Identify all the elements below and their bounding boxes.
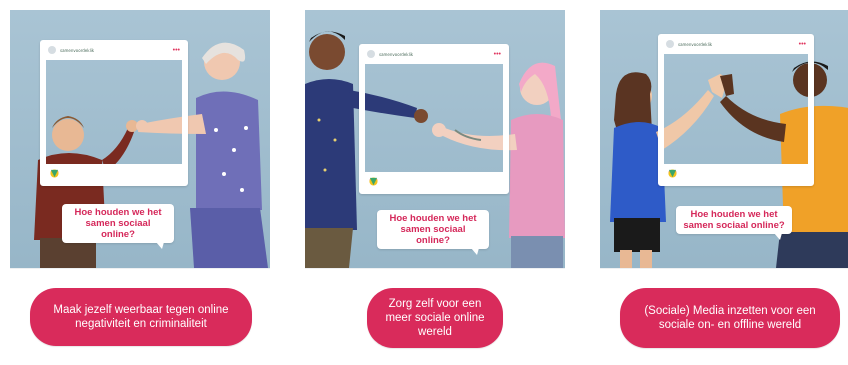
send-icon <box>668 169 677 178</box>
more-icon: ••• <box>798 40 806 48</box>
social-post-frame: samenvoordeklik ••• <box>40 40 188 186</box>
social-post-frame: samenvoordeklik ••• <box>658 34 814 186</box>
more-icon: ••• <box>172 46 180 54</box>
speech-bubble: Hoe houden we het samen sociaal online? <box>676 206 792 240</box>
frame-username: samenvoordeklik <box>379 51 414 57</box>
frame-header: samenvoordeklik ••• <box>666 37 806 51</box>
more-icon: ••• <box>493 50 501 58</box>
avatar <box>48 46 56 54</box>
frame-username: samenvoordeklik <box>60 47 95 53</box>
frame-header: samenvoordeklik ••• <box>367 47 501 61</box>
campaign-card-1[interactable]: samenvoordeklik ••• Hoe houden we het sa… <box>10 10 270 365</box>
frame-header: samenvoordeklik ••• <box>48 43 180 57</box>
divider <box>305 268 565 269</box>
frame-username: samenvoordeklik <box>678 41 713 47</box>
avatar <box>367 50 375 58</box>
divider <box>600 268 848 269</box>
speech-bubble: Hoe houden we het samen sociaal online? <box>62 204 174 249</box>
divider <box>10 268 270 269</box>
send-icon <box>50 169 59 178</box>
send-icon <box>369 177 378 186</box>
cta-button-media-inzetten[interactable]: (Sociale) Media inzetten voor een social… <box>620 288 840 348</box>
social-post-frame: samenvoordeklik ••• <box>359 44 509 194</box>
campaign-photo-3: samenvoordeklik ••• Hoe houden we het sa… <box>600 10 848 268</box>
avatar <box>666 40 674 48</box>
campaign-card-3[interactable]: samenvoordeklik ••• Hoe houden we het sa… <box>600 10 848 365</box>
speech-bubble: Hoe houden we het samen sociaal online? <box>377 210 489 255</box>
campaign-photo-1: samenvoordeklik ••• Hoe houden we het sa… <box>10 10 270 268</box>
campaign-card-2[interactable]: samenvoordeklik ••• Hoe houden we het sa… <box>305 10 565 365</box>
campaign-photo-2: samenvoordeklik ••• Hoe houden we het sa… <box>305 10 565 268</box>
cta-button-sociale-wereld[interactable]: Zorg zelf voor een meer sociale online w… <box>367 288 503 348</box>
cta-button-weerbaar[interactable]: Maak jezelf weerbaar tegen online negati… <box>30 288 252 346</box>
